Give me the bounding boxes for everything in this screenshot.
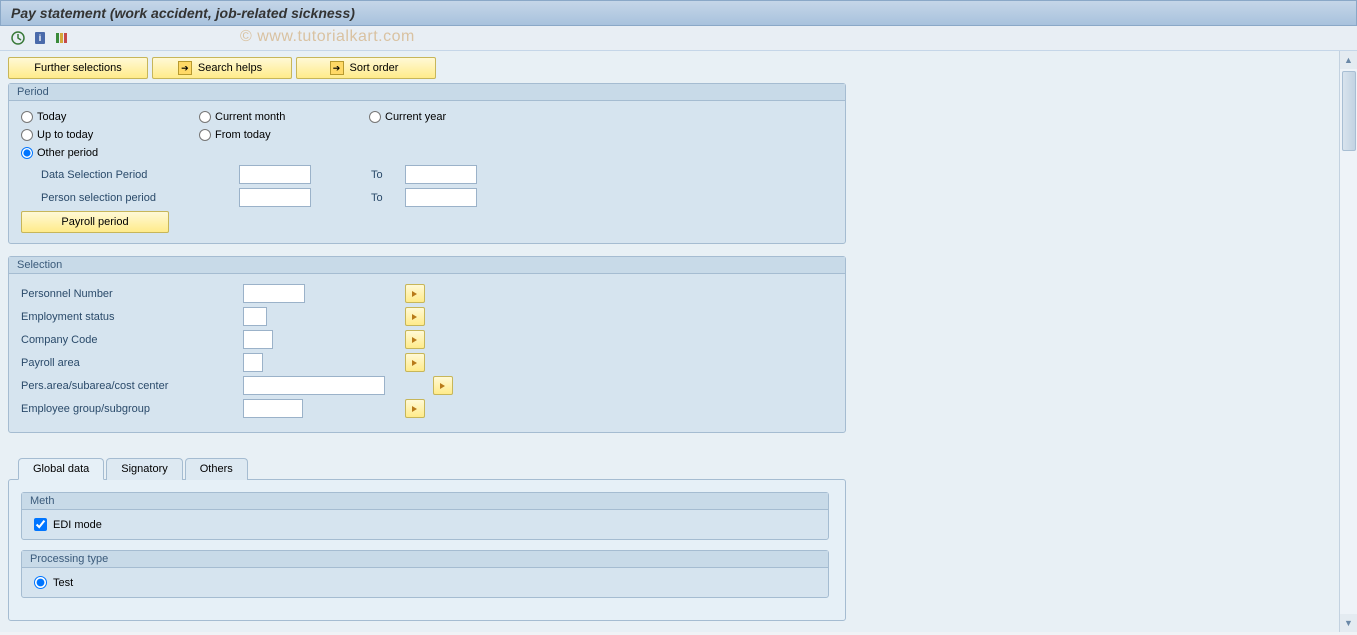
tab-content: Meth EDI mode Processing type Test [8,479,846,621]
radio-current-year[interactable]: Current year [369,111,446,123]
radio-from-today-input[interactable] [199,129,211,141]
tab-row: Global data Signatory Others [18,457,846,479]
company-code-input[interactable] [243,330,273,349]
pers-area-label: Pers.area/subarea/cost center [21,380,243,392]
search-helps-button[interactable]: ➔ Search helps [152,57,292,79]
edi-mode-checkbox[interactable] [34,518,47,531]
company-code-label: Company Code [21,334,243,346]
action-button-row: Further selections ➔ Search helps ➔ Sort… [8,57,1331,79]
company-code-multi-button[interactable] [405,330,425,349]
scroll-down-icon[interactable]: ▼ [1340,614,1357,632]
title-bar: Pay statement (work accident, job-relate… [0,0,1357,26]
edi-mode-label: EDI mode [53,519,102,531]
radio-from-today-label: From today [215,129,271,141]
personnel-number-input[interactable] [243,284,305,303]
person-selection-period-to[interactable] [405,188,477,207]
data-selection-period-from[interactable] [239,165,311,184]
tabstrip: Global data Signatory Others Meth EDI mo… [8,457,846,621]
person-selection-period-label: Person selection period [21,192,239,204]
vertical-scrollbar[interactable]: ▲ ▼ [1339,51,1357,632]
selection-group-body: Personnel Number Employment status Compa… [9,274,845,432]
content-area: Further selections ➔ Search helps ➔ Sort… [0,51,1339,632]
period-group: Period Today Current month Current year [8,83,846,244]
period-group-title: Period [9,84,845,101]
payroll-area-input[interactable] [243,353,263,372]
radio-current-month-label: Current month [215,111,285,123]
test-radio-label: Test [53,577,73,589]
page-title: Pay statement (work accident, job-relate… [11,5,355,21]
scroll-track[interactable] [1340,69,1357,614]
tab-signatory[interactable]: Signatory [106,458,182,480]
main-area: Further selections ➔ Search helps ➔ Sort… [0,51,1357,632]
radio-today-input[interactable] [21,111,33,123]
arrow-right-icon: ➔ [330,61,344,75]
employee-group-multi-button[interactable] [405,399,425,418]
payroll-area-multi-button[interactable] [405,353,425,372]
test-radio[interactable] [34,576,47,589]
person-selection-period-to-label: To [311,192,405,204]
arrow-right-icon: ➔ [178,61,192,75]
payroll-period-button[interactable]: Payroll period [21,211,169,233]
tab-global-data[interactable]: Global data [18,458,104,480]
radio-other-period[interactable]: Other period [21,147,98,159]
radio-current-month-input[interactable] [199,111,211,123]
scroll-thumb[interactable] [1342,71,1356,151]
data-selection-period-to[interactable] [405,165,477,184]
radio-up-to-today[interactable]: Up to today [21,129,189,141]
radio-other-period-input[interactable] [21,147,33,159]
radio-current-month[interactable]: Current month [199,111,359,123]
toolbar: i [0,26,1357,51]
svg-text:i: i [39,33,42,43]
radio-up-to-today-label: Up to today [37,129,93,141]
variant-icon[interactable] [54,30,70,46]
processing-type-title: Processing type [22,551,828,568]
employee-group-input[interactable] [243,399,303,418]
radio-other-period-label: Other period [37,147,98,159]
data-selection-period-label: Data Selection Period [21,169,239,181]
meth-group-title: Meth [22,493,828,510]
info-icon[interactable]: i [32,30,48,46]
radio-today-label: Today [37,111,66,123]
radio-from-today[interactable]: From today [199,129,271,141]
selection-group-title: Selection [9,257,845,274]
employee-group-label: Employee group/subgroup [21,403,243,415]
pers-area-multi-button[interactable] [433,376,453,395]
processing-type-group: Processing type Test [21,550,829,598]
further-selections-button[interactable]: Further selections [8,57,148,79]
execute-icon[interactable] [10,30,26,46]
personnel-number-label: Personnel Number [21,288,243,300]
personnel-number-multi-button[interactable] [405,284,425,303]
meth-group: Meth EDI mode [21,492,829,540]
radio-up-to-today-input[interactable] [21,129,33,141]
radio-today[interactable]: Today [21,111,189,123]
person-selection-period-from[interactable] [239,188,311,207]
employment-status-input[interactable] [243,307,267,326]
pers-area-input[interactable] [243,376,385,395]
employment-status-multi-button[interactable] [405,307,425,326]
selection-group: Selection Personnel Number Employment st… [8,256,846,433]
sort-order-button[interactable]: ➔ Sort order [296,57,436,79]
radio-current-year-label: Current year [385,111,446,123]
employment-status-label: Employment status [21,311,243,323]
data-selection-period-to-label: To [311,169,405,181]
search-helps-label: Search helps [198,62,262,74]
radio-current-year-input[interactable] [369,111,381,123]
tab-others[interactable]: Others [185,458,248,480]
scroll-up-icon[interactable]: ▲ [1340,51,1357,69]
payroll-area-label: Payroll area [21,357,243,369]
period-group-body: Today Current month Current year Up to t… [9,101,845,243]
sort-order-label: Sort order [350,62,399,74]
